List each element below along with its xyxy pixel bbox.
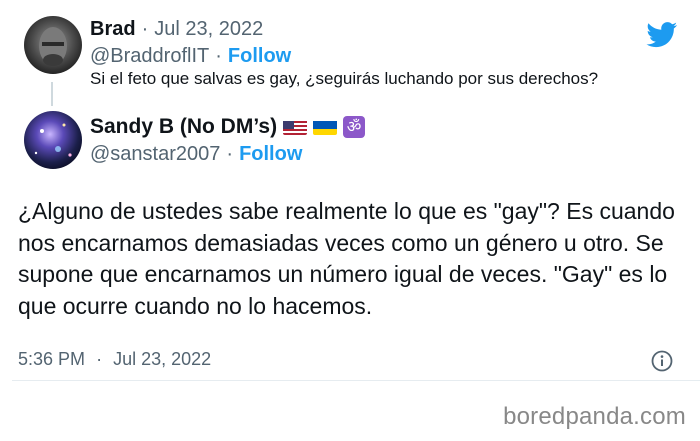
- parent-date[interactable]: Jul 23, 2022: [154, 18, 263, 41]
- tweet-date[interactable]: Jul 23, 2022: [113, 349, 211, 369]
- main-follow-button[interactable]: Follow: [239, 143, 302, 166]
- parent-handle-row: @BraddroflIT · Follow: [90, 45, 291, 68]
- brad-avatar[interactable]: [24, 16, 82, 74]
- tweet-timestamp[interactable]: 5:36 PM · Jul 23, 2022: [18, 349, 211, 370]
- divider: [12, 380, 700, 381]
- parent-header: Brad · Jul 23, 2022: [90, 18, 263, 41]
- info-icon[interactable]: [651, 350, 673, 377]
- tweet-card: Brad · Jul 23, 2022 @BraddroflIT · Follo…: [0, 0, 700, 441]
- separator-dot: ·: [215, 45, 222, 67]
- parent-tweet-text: Si el feto que salvas es gay, ¿seguirás …: [90, 69, 599, 88]
- main-header: Sandy B (No DM’s) ॐ: [90, 115, 366, 139]
- thread-connector: [51, 82, 53, 106]
- main-handle[interactable]: @sanstar2007: [90, 143, 220, 166]
- twitter-bird-icon[interactable]: [646, 22, 678, 53]
- separator-dot: ·: [96, 349, 103, 369]
- tweet-time[interactable]: 5:36 PM: [18, 349, 85, 369]
- boredpanda-watermark: boredpanda.com: [503, 403, 686, 430]
- main-tweet-text: ¿Alguno de ustedes sabe realmente lo que…: [18, 198, 675, 319]
- main-handle-row: @sanstar2007 · Follow: [90, 143, 302, 166]
- separator-dot: ·: [226, 143, 234, 165]
- om-symbol-icon: ॐ: [343, 116, 366, 138]
- parent-handle[interactable]: @BraddroflIT: [90, 45, 209, 68]
- separator-dot: ·: [141, 18, 149, 40]
- parent-display-name[interactable]: Brad: [90, 18, 136, 41]
- main-display-name[interactable]: Sandy B (No DM’s): [90, 115, 277, 139]
- ukraine-flag-icon: [313, 119, 338, 135]
- us-flag-icon: [283, 119, 308, 135]
- parent-follow-button[interactable]: Follow: [228, 45, 291, 68]
- sandy-avatar[interactable]: [24, 111, 82, 169]
